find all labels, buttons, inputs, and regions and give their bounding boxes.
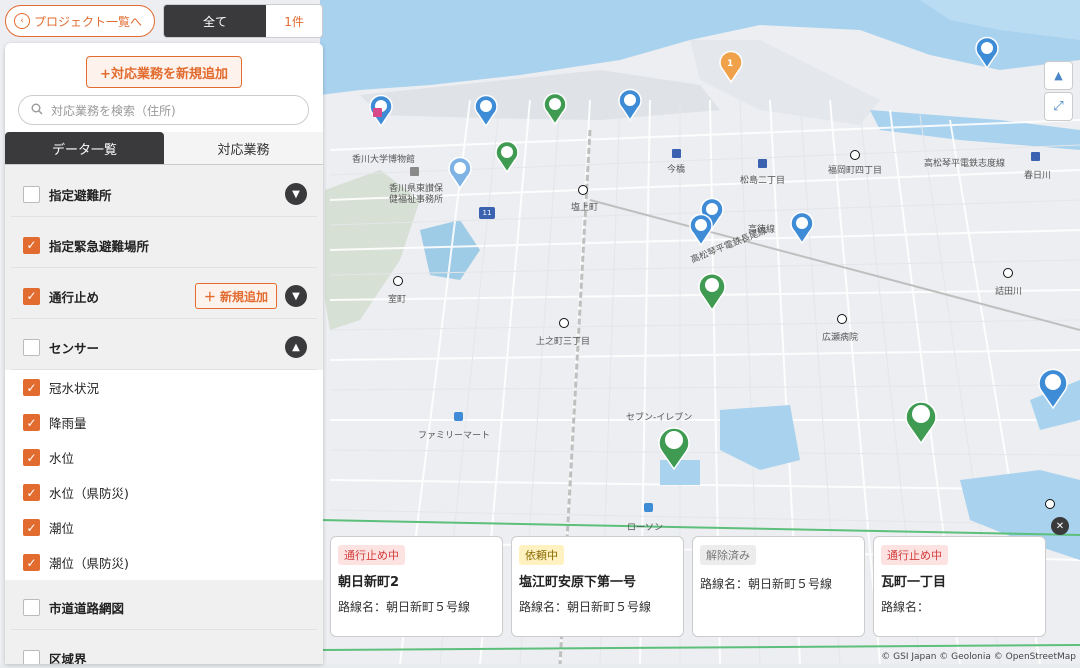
cluster-count: 1 <box>727 59 734 69</box>
layer-label: 水位 <box>49 451 75 466</box>
sensor-item-tide-pref[interactable]: ✓ 潮位（県防災) <box>11 545 317 580</box>
back-to-projects-button[interactable]: ‹ プロジェクト一覧へ <box>5 5 156 37</box>
sensor-item-rainfall[interactable]: ✓ 降雨量 <box>11 405 317 440</box>
layer-label: 通行止め <box>49 289 100 305</box>
checkbox-checked[interactable]: ✓ <box>23 519 40 536</box>
store-icon <box>454 412 463 421</box>
search-placeholder: 対応業務を検索（住所) <box>51 103 176 118</box>
chevron-up-icon[interactable]: ▲ <box>285 336 307 358</box>
filter-all-button[interactable]: 全て <box>164 5 267 37</box>
incident-route: 路線名：朝日新町５号線 <box>338 600 471 614</box>
layer-row-emergency-shelter[interactable]: ✓ 指定緊急避難場所 <box>11 223 317 268</box>
layer-label: 冠水状況 <box>49 381 100 396</box>
top-bar: ‹ プロジェクト一覧へ 全て 1件 <box>5 4 324 38</box>
station-icon <box>1031 152 1040 161</box>
sensor-item-water-level[interactable]: ✓ 水位 <box>11 440 317 475</box>
store-icon <box>644 503 653 512</box>
layer-list: 指定避難所 ▼ ✓ 指定緊急避難場所 ✓ 通行止め ＋ 新規追加 ▼ センサー … <box>5 165 323 664</box>
incident-title: 塩江町安原下第一号 <box>519 575 637 590</box>
building-icon <box>410 167 419 176</box>
fullscreen-icon[interactable]: ⤢ <box>1044 92 1073 121</box>
layer-row-sensor[interactable]: センサー ▲ <box>11 325 317 370</box>
layer-label: 潮位 <box>49 521 75 536</box>
checkbox[interactable] <box>23 185 40 203</box>
incident-card[interactable]: 依頼中 塩江町安原下第一号 路線名：朝日新町５号線 <box>511 536 684 637</box>
incident-route: 路線名：朝日新町５号線 <box>519 600 652 614</box>
incident-card[interactable]: 通行止め中 瓦町一丁目 路線名： <box>873 536 1046 637</box>
layer-row-road-closure[interactable]: ✓ 通行止め ＋ 新規追加 ▼ <box>11 274 317 319</box>
layer-label: センサー <box>49 340 100 356</box>
status-badge: 依頼中 <box>519 545 564 565</box>
layer-label: 指定緊急避難場所 <box>49 238 150 254</box>
checkbox[interactable] <box>23 649 40 664</box>
checkbox[interactable] <box>23 598 40 616</box>
checkbox-checked[interactable]: ✓ <box>23 236 40 254</box>
close-icon[interactable]: ✕ <box>1051 517 1069 535</box>
layer-label: 降雨量 <box>49 416 87 431</box>
checkbox-checked[interactable]: ✓ <box>23 414 40 431</box>
water-level-marker <box>369 36 1068 410</box>
status-badge: 通行止め中 <box>881 545 948 565</box>
layer-row-city-road-map[interactable]: 市道道路網図 <box>11 585 317 630</box>
add-task-button[interactable]: +対応業務を新規追加 <box>86 56 242 88</box>
incident-cards: 通行止め中 朝日新町2 路線名：朝日新町５号線 依頼中 塩江町安原下第一号 路線… <box>330 536 1046 637</box>
sensor-item-water-level-pref[interactable]: ✓ 水位（県防災) <box>11 475 317 510</box>
sensor-item-flood[interactable]: ✓ 冠水状況 <box>11 370 317 405</box>
chevron-down-icon[interactable]: ▼ <box>285 183 307 205</box>
chevron-left-icon: ‹ <box>14 13 30 29</box>
museum-icon <box>373 108 382 117</box>
search-icon <box>31 103 43 118</box>
incident-route: 路線名：朝日新町５号線 <box>700 577 833 591</box>
station-icon <box>672 149 681 158</box>
search-field[interactable]: 対応業務を検索（住所) <box>18 95 309 125</box>
layer-label: 指定避難所 <box>49 187 112 203</box>
incident-card[interactable]: 解除済み 路線名：朝日新町５号線 <box>692 536 865 637</box>
sensor-sublist: ✓ 冠水状況 ✓ 降雨量 ✓ 水位 ✓ 水位（県防災) ✓ 潮位 ✓ 潮位（県防… <box>5 370 323 580</box>
chevron-down-icon[interactable]: ▼ <box>285 285 307 307</box>
layer-row-district-boundary[interactable]: 区域界 <box>11 636 317 664</box>
station-icon <box>758 159 767 168</box>
checkbox-checked[interactable]: ✓ <box>23 554 40 571</box>
checkbox-checked[interactable]: ✓ <box>23 379 40 396</box>
map-attribution: © GSI Japan © Geolonia © OpenStreetMap <box>881 652 1076 662</box>
checkbox-checked[interactable]: ✓ <box>23 287 40 305</box>
incident-title: 瓦町一丁目 <box>881 575 947 590</box>
sensor-item-tide[interactable]: ✓ 潮位 <box>11 510 317 545</box>
back-label: プロジェクト一覧へ <box>34 14 143 29</box>
panel-tabs: データ一覧 対応業務 <box>5 132 323 165</box>
layer-label: 水位（県防災) <box>49 486 129 501</box>
tab-tasks[interactable]: 対応業務 <box>164 132 323 164</box>
layer-row-shelter[interactable]: 指定避難所 ▼ <box>11 172 317 217</box>
compass-icon[interactable]: ▲ <box>1044 61 1073 90</box>
status-badge: 通行止め中 <box>338 545 405 565</box>
filter-count-button[interactable]: 1件 <box>266 5 323 37</box>
layer-label: 潮位（県防災) <box>49 556 129 571</box>
checkbox[interactable] <box>23 338 40 356</box>
add-closure-button[interactable]: ＋ 新規追加 <box>194 283 277 309</box>
layer-label: 市道道路網図 <box>49 600 125 616</box>
tab-data-list[interactable]: データ一覧 <box>5 132 164 164</box>
checkbox-checked[interactable]: ✓ <box>23 449 40 466</box>
layer-label: 区域界 <box>49 651 87 665</box>
incident-card[interactable]: 通行止め中 朝日新町2 路線名：朝日新町５号線 <box>330 536 503 637</box>
status-badge: 解除済み <box>700 545 756 565</box>
side-panel: +対応業務を新規追加 対応業務を検索（住所) データ一覧 対応業務 指定避難所 … <box>5 43 323 664</box>
incident-title: 朝日新町2 <box>338 575 400 590</box>
filter-segment: 全て 1件 <box>163 4 324 38</box>
checkbox-checked[interactable]: ✓ <box>23 484 40 501</box>
incident-route: 路線名： <box>881 600 930 614</box>
